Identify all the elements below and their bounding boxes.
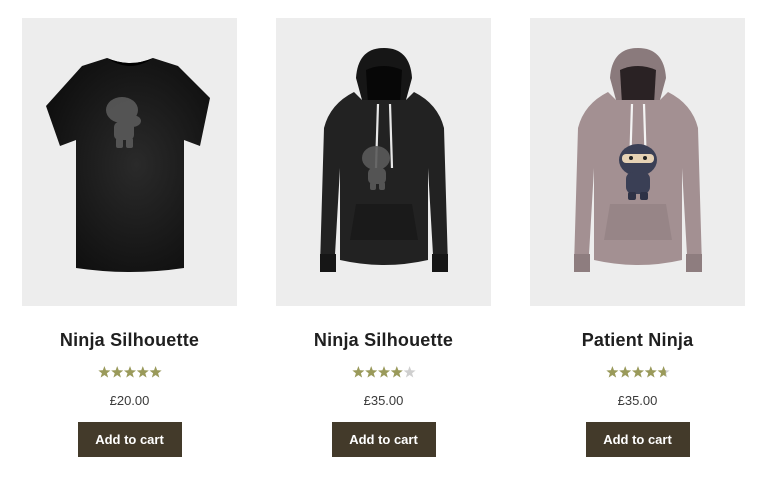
hoodie-image	[320, 48, 448, 272]
rating-stars-icon	[97, 366, 162, 378]
rating-stars-icon	[351, 366, 416, 378]
star-filled-icon	[377, 366, 390, 378]
product-image-link[interactable]	[22, 18, 237, 306]
add-to-cart-button[interactable]: Add to cart	[77, 422, 182, 457]
product-title[interactable]: Ninja Silhouette	[22, 330, 237, 351]
star-filled-icon	[110, 366, 123, 378]
star-filled-icon	[97, 366, 110, 378]
star-filled-icon	[351, 366, 364, 378]
product-card: Patient Ninja £35.00 Add to cart	[530, 18, 745, 457]
star-filled-icon	[618, 366, 631, 378]
hoodie-image	[574, 48, 702, 272]
star-empty-icon	[403, 366, 416, 378]
star-filled-icon	[644, 366, 657, 378]
product-title[interactable]: Ninja Silhouette	[276, 330, 491, 351]
star-filled-icon	[136, 366, 149, 378]
product-grid: Ninja Silhouette £20.00 Add to cart Ninj…	[0, 0, 767, 485]
rating-stars-icon	[605, 366, 670, 378]
add-to-cart-button[interactable]: Add to cart	[585, 422, 690, 457]
tshirt-image	[46, 58, 210, 272]
star-filled-icon	[631, 366, 644, 378]
product-card: Ninja Silhouette £20.00 Add to cart	[22, 18, 237, 457]
product-card: Ninja Silhouette £35.00 Add to cart	[276, 18, 491, 457]
star-filled-icon	[364, 366, 377, 378]
product-price: £35.00	[363, 393, 404, 408]
star-filled-icon	[605, 366, 618, 378]
star-filled-icon	[123, 366, 136, 378]
product-image-link[interactable]	[530, 18, 745, 306]
product-title[interactable]: Patient Ninja	[530, 330, 745, 351]
star-rating	[276, 365, 491, 379]
add-to-cart-button[interactable]: Add to cart	[331, 422, 436, 457]
star-filled-icon	[390, 366, 403, 378]
star-filled-icon	[149, 366, 162, 378]
product-price: £35.00	[617, 393, 658, 408]
product-image-link[interactable]	[276, 18, 491, 306]
star-rating	[530, 365, 745, 379]
star-rating	[22, 365, 237, 379]
product-price: £20.00	[109, 393, 150, 408]
